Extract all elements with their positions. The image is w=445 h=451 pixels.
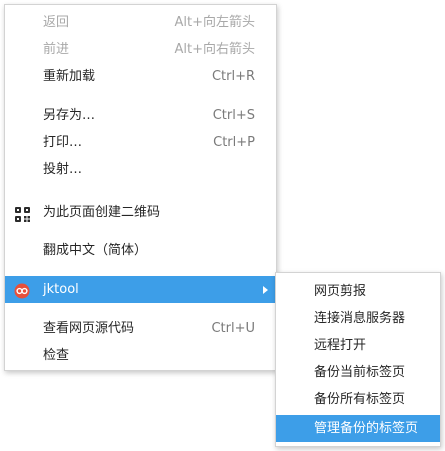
menu-item-shortcut: Ctrl+U	[211, 321, 255, 336]
jktool-submenu: 网页剪报 连接消息服务器 远程打开 备份当前标签页 备份所有标签页 管理备份的标…	[275, 272, 441, 447]
menu-item-label: 检查	[43, 348, 70, 363]
context-menu: 返回 Alt+向左箭头 前进 Alt+向右箭头 重新加载 Ctrl+R 另存为……	[4, 4, 277, 371]
submenu-item-web-clip[interactable]: 网页剪报	[276, 278, 440, 305]
menu-item-label: 重新加载	[43, 69, 96, 84]
menu-item-label: 打印…	[43, 135, 83, 150]
submenu-item-label: 管理备份的标签页	[314, 421, 419, 436]
submenu-item-backup-all-tabs[interactable]: 备份所有标签页	[276, 386, 440, 413]
menu-item-label: 为此页面创建二维码	[43, 205, 161, 220]
submenu-item-label: 连接消息服务器	[314, 311, 406, 326]
submenu-item-connect-message-server[interactable]: 连接消息服务器	[276, 305, 440, 332]
submenu-item-label: 远程打开	[314, 338, 367, 353]
menu-item-cast[interactable]: 投射…	[5, 156, 276, 183]
submenu-item-label: 备份当前标签页	[314, 365, 406, 380]
menu-item-translate[interactable]: 翻成中文（简体）	[5, 237, 276, 264]
menu-item-inspect[interactable]: 检查	[5, 342, 276, 369]
menu-item-shortcut: Ctrl+R	[211, 69, 255, 84]
menu-item-label: jktool	[43, 282, 79, 297]
submenu-item-backup-current-tab[interactable]: 备份当前标签页	[276, 359, 440, 386]
menu-item-label: 另存为…	[43, 108, 96, 123]
menu-item-qr-code[interactable]: 为此页面创建二维码	[5, 199, 276, 226]
menu-item-shortcut: Ctrl+P	[213, 135, 255, 150]
menu-item-jktool[interactable]: jktool	[5, 276, 276, 303]
menu-item-save-as[interactable]: 另存为… Ctrl+S	[5, 102, 276, 129]
menu-item-label: 前进	[43, 42, 70, 57]
menu-item-label: 返回	[43, 15, 70, 30]
submenu-item-manage-backups[interactable]: 管理备份的标签页	[276, 415, 440, 442]
submenu-item-label: 网页剪报	[314, 284, 367, 299]
screen: 返回 Alt+向左箭头 前进 Alt+向右箭头 重新加载 Ctrl+R 另存为……	[0, 0, 445, 451]
qr-code-icon	[15, 205, 30, 222]
menu-item-label: 翻成中文（简体）	[43, 243, 148, 258]
menu-item-shortcut: Alt+向左箭头	[174, 15, 256, 30]
menu-item-print[interactable]: 打印… Ctrl+P	[5, 129, 276, 156]
submenu-item-label: 备份所有标签页	[314, 392, 406, 407]
menu-item-label: 投射…	[43, 162, 83, 177]
submenu-arrow-icon	[263, 286, 268, 294]
menu-item-view-source[interactable]: 查看网页源代码 Ctrl+U	[5, 315, 276, 342]
menu-item-shortcut: Alt+向右箭头	[174, 42, 256, 57]
menu-item-forward[interactable]: 前进 Alt+向右箭头	[5, 36, 276, 63]
menu-item-reload[interactable]: 重新加载 Ctrl+R	[5, 63, 276, 90]
submenu-item-remote-open[interactable]: 远程打开	[276, 332, 440, 359]
jktool-extension-icon	[14, 282, 30, 299]
menu-item-label: 查看网页源代码	[43, 321, 135, 336]
menu-item-back[interactable]: 返回 Alt+向左箭头	[5, 9, 276, 36]
menu-item-shortcut: Ctrl+S	[212, 108, 255, 123]
